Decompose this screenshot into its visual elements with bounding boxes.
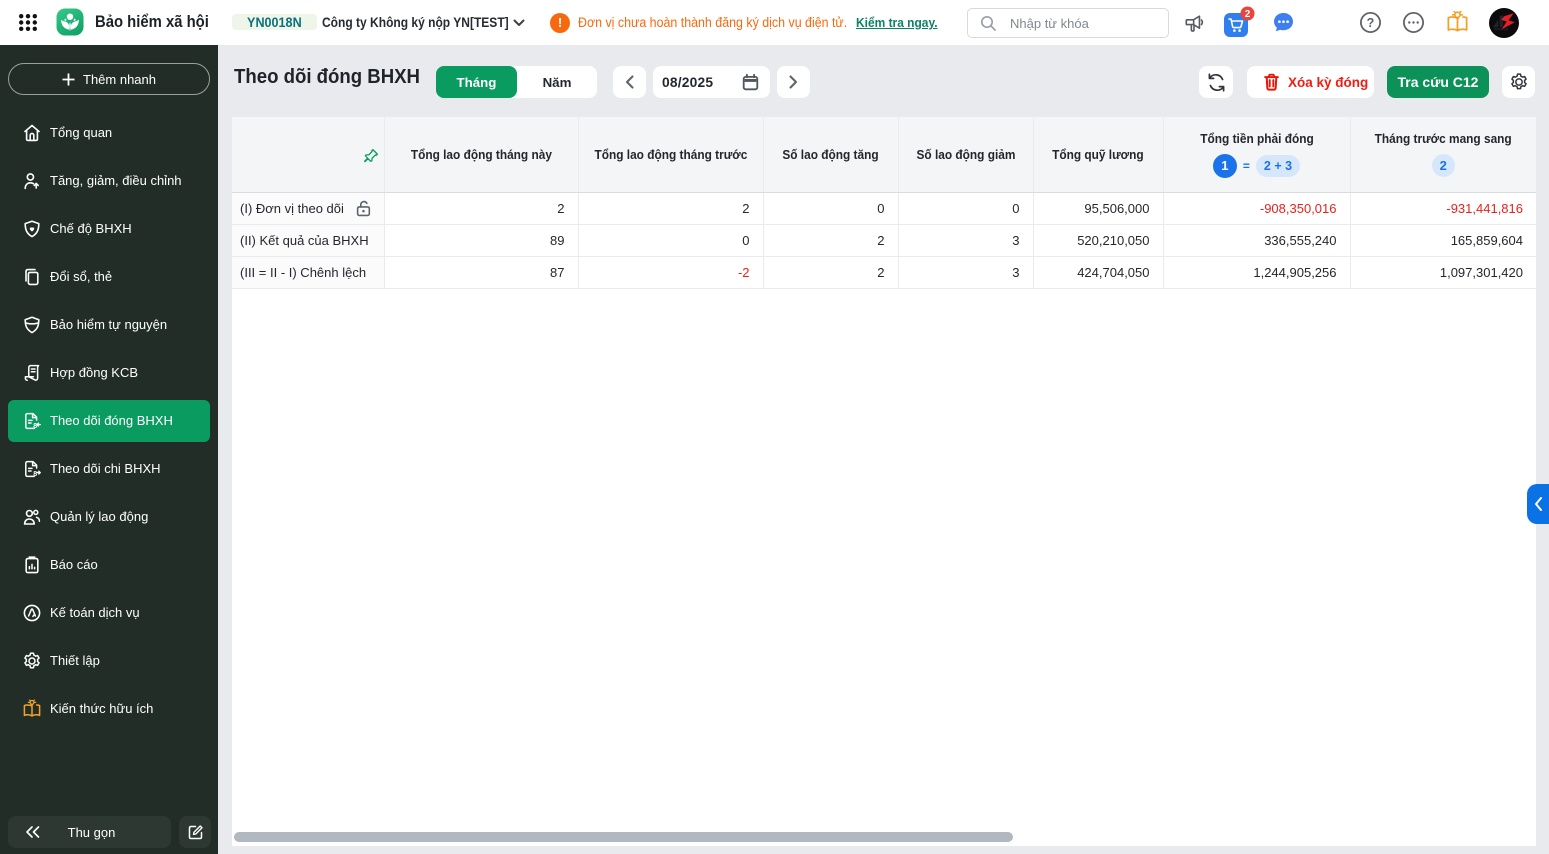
- svg-text:?: ?: [1367, 16, 1375, 30]
- svg-text:8: 8: [33, 470, 37, 477]
- svg-text:2: 2: [1245, 8, 1251, 19]
- svg-text:8: 8: [33, 422, 37, 429]
